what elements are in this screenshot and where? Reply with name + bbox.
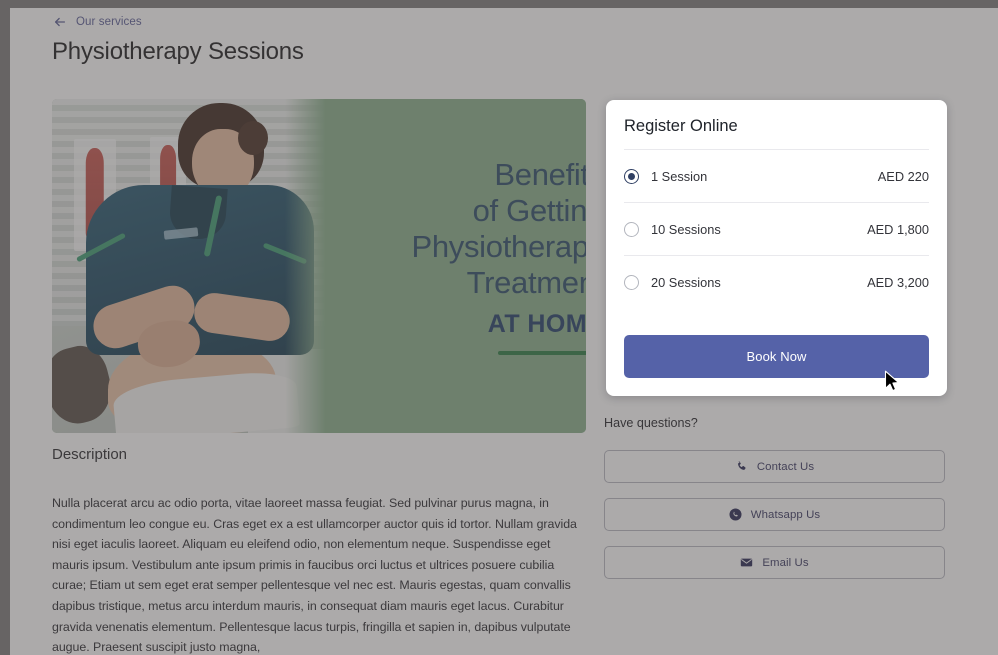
plan-option-row[interactable]: 20 Sessions AED 3,200	[624, 255, 929, 308]
radio-icon[interactable]	[624, 274, 639, 290]
radio-icon[interactable]	[624, 221, 639, 237]
hero-underline-rule	[498, 351, 586, 355]
radio-icon[interactable]	[624, 168, 639, 184]
hero-headline-line-1: Benefits	[494, 157, 586, 192]
email-us-button[interactable]: Email Us	[604, 546, 945, 579]
register-online-title: Register Online	[624, 117, 738, 135]
contact-us-label: Contact Us	[756, 460, 815, 473]
arrow-left-icon[interactable]	[53, 15, 67, 29]
envelope-icon	[740, 556, 753, 569]
hero-headline-line-4: Treatment	[466, 265, 586, 300]
plan-option-row[interactable]: 10 Sessions AED 1,800	[624, 202, 929, 255]
phone-icon	[735, 460, 748, 473]
whatsapp-us-label: Whatsapp Us	[750, 508, 821, 521]
plan-name: 20 Sessions	[651, 274, 721, 290]
description-body: Nulla placerat arcu ac odio porta, vitae…	[52, 496, 577, 655]
plan-name: 10 Sessions	[651, 221, 721, 237]
have-questions-label: Have questions?	[604, 416, 698, 430]
hero-headline: Benefits of Getting Physiotherapy Treatm…	[264, 157, 586, 342]
plan-price: AED 1,800	[867, 221, 929, 237]
book-now-button[interactable]: Book Now	[624, 335, 929, 378]
whatsapp-icon	[729, 508, 742, 521]
page-title: Physiotherapy Sessions	[52, 38, 304, 65]
plan-name: 1 Session	[651, 168, 708, 184]
plan-list: 1 Session AED 220 10 Sessions AED 1,800 …	[624, 149, 929, 308]
hero-text-panel: Benefits of Getting Physiotherapy Treatm…	[330, 99, 586, 433]
plan-option-row[interactable]: 1 Session AED 220	[624, 149, 929, 202]
breadcrumb[interactable]: Our services	[53, 11, 142, 33]
plan-price: AED 220	[877, 168, 929, 184]
breadcrumb-label[interactable]: Our services	[76, 16, 142, 28]
email-us-label: Email Us	[762, 556, 809, 569]
contact-us-button[interactable]: Contact Us	[604, 450, 945, 483]
whatsapp-us-button[interactable]: Whatsapp Us	[604, 498, 945, 531]
therapist-bun	[238, 121, 268, 155]
hero-banner: Benefits of Getting Physiotherapy Treatm…	[52, 99, 586, 433]
hero-headline-line-2: of Getting	[472, 193, 586, 228]
description-heading: Description	[52, 446, 128, 463]
hero-headline-line-3: Physiotherapy	[411, 229, 586, 264]
hero-headline-emphasis: AT HOME	[487, 310, 586, 338]
register-online-card: Register Online 1 Session AED 220 10 Ses…	[606, 100, 947, 396]
plan-price: AED 3,200	[867, 274, 929, 290]
